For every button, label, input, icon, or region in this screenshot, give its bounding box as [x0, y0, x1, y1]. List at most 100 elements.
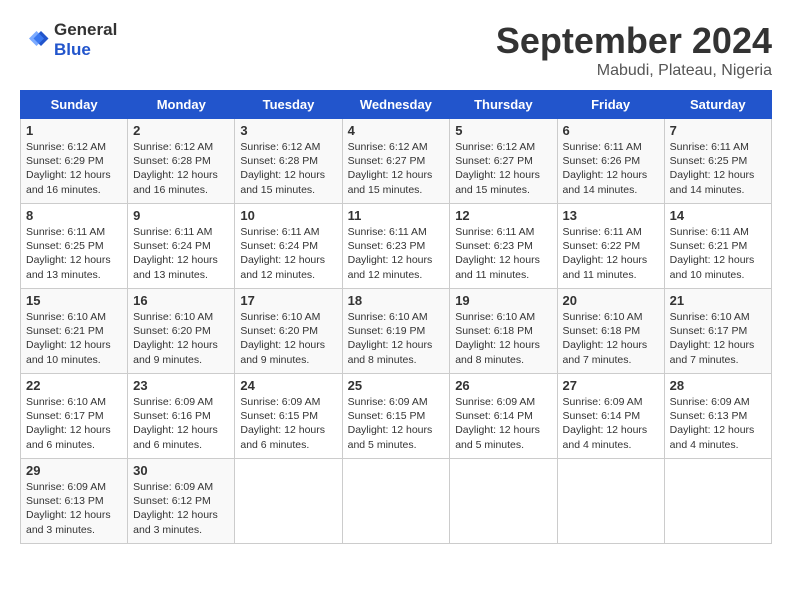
table-row: 16 Sunrise: 6:10 AMSunset: 6:20 PMDaylig… [128, 289, 235, 374]
day-number: 22 [26, 378, 122, 393]
table-row: 2 Sunrise: 6:12 AMSunset: 6:28 PMDayligh… [128, 119, 235, 204]
day-info: Sunrise: 6:09 AMSunset: 6:12 PMDaylight:… [133, 480, 229, 537]
day-number: 14 [670, 208, 766, 223]
month-title: September 2024 [496, 20, 772, 62]
table-row: 10 Sunrise: 6:11 AMSunset: 6:24 PMDaylig… [235, 204, 342, 289]
day-number: 10 [240, 208, 336, 223]
day-info: Sunrise: 6:10 AMSunset: 6:19 PMDaylight:… [348, 310, 445, 367]
table-row: 4 Sunrise: 6:12 AMSunset: 6:27 PMDayligh… [342, 119, 450, 204]
table-row: 25 Sunrise: 6:09 AMSunset: 6:15 PMDaylig… [342, 374, 450, 459]
day-info: Sunrise: 6:09 AMSunset: 6:14 PMDaylight:… [455, 395, 551, 452]
day-number: 9 [133, 208, 229, 223]
day-number: 28 [670, 378, 766, 393]
day-number: 17 [240, 293, 336, 308]
calendar-week-row: 15 Sunrise: 6:10 AMSunset: 6:21 PMDaylig… [21, 289, 772, 374]
day-number: 15 [26, 293, 122, 308]
day-info: Sunrise: 6:12 AMSunset: 6:27 PMDaylight:… [455, 140, 551, 197]
table-row: 29 Sunrise: 6:09 AMSunset: 6:13 PMDaylig… [21, 459, 128, 544]
table-row: 20 Sunrise: 6:10 AMSunset: 6:18 PMDaylig… [557, 289, 664, 374]
day-info: Sunrise: 6:12 AMSunset: 6:27 PMDaylight:… [348, 140, 445, 197]
day-info: Sunrise: 6:09 AMSunset: 6:15 PMDaylight:… [240, 395, 336, 452]
day-number: 20 [563, 293, 659, 308]
day-number: 1 [26, 123, 122, 138]
day-info: Sunrise: 6:11 AMSunset: 6:23 PMDaylight:… [455, 225, 551, 282]
table-row: 27 Sunrise: 6:09 AMSunset: 6:14 PMDaylig… [557, 374, 664, 459]
day-number: 27 [563, 378, 659, 393]
table-row: 14 Sunrise: 6:11 AMSunset: 6:21 PMDaylig… [664, 204, 771, 289]
logo-icon [20, 25, 50, 55]
col-tuesday: Tuesday [235, 91, 342, 119]
table-row: 30 Sunrise: 6:09 AMSunset: 6:12 PMDaylig… [128, 459, 235, 544]
day-info: Sunrise: 6:11 AMSunset: 6:21 PMDaylight:… [670, 225, 766, 282]
table-row: 12 Sunrise: 6:11 AMSunset: 6:23 PMDaylig… [450, 204, 557, 289]
col-thursday: Thursday [450, 91, 557, 119]
calendar-week-row: 8 Sunrise: 6:11 AMSunset: 6:25 PMDayligh… [21, 204, 772, 289]
table-row: 22 Sunrise: 6:10 AMSunset: 6:17 PMDaylig… [21, 374, 128, 459]
table-row: 7 Sunrise: 6:11 AMSunset: 6:25 PMDayligh… [664, 119, 771, 204]
day-info: Sunrise: 6:12 AMSunset: 6:28 PMDaylight:… [240, 140, 336, 197]
day-number: 11 [348, 208, 445, 223]
table-row: 19 Sunrise: 6:10 AMSunset: 6:18 PMDaylig… [450, 289, 557, 374]
table-row: 3 Sunrise: 6:12 AMSunset: 6:28 PMDayligh… [235, 119, 342, 204]
table-row: 28 Sunrise: 6:09 AMSunset: 6:13 PMDaylig… [664, 374, 771, 459]
col-friday: Friday [557, 91, 664, 119]
table-row: 15 Sunrise: 6:10 AMSunset: 6:21 PMDaylig… [21, 289, 128, 374]
table-row: 17 Sunrise: 6:10 AMSunset: 6:20 PMDaylig… [235, 289, 342, 374]
day-number: 6 [563, 123, 659, 138]
table-row [342, 459, 450, 544]
day-number: 18 [348, 293, 445, 308]
logo: General Blue [20, 20, 117, 60]
day-info: Sunrise: 6:11 AMSunset: 6:24 PMDaylight:… [240, 225, 336, 282]
day-info: Sunrise: 6:09 AMSunset: 6:13 PMDaylight:… [670, 395, 766, 452]
day-number: 23 [133, 378, 229, 393]
table-row: 1 Sunrise: 6:12 AMSunset: 6:29 PMDayligh… [21, 119, 128, 204]
day-number: 19 [455, 293, 551, 308]
day-number: 13 [563, 208, 659, 223]
table-row: 9 Sunrise: 6:11 AMSunset: 6:24 PMDayligh… [128, 204, 235, 289]
table-row [557, 459, 664, 544]
day-number: 21 [670, 293, 766, 308]
location-subtitle: Mabudi, Plateau, Nigeria [496, 62, 772, 80]
calendar-week-row: 22 Sunrise: 6:10 AMSunset: 6:17 PMDaylig… [21, 374, 772, 459]
table-row: 5 Sunrise: 6:12 AMSunset: 6:27 PMDayligh… [450, 119, 557, 204]
day-number: 24 [240, 378, 336, 393]
day-info: Sunrise: 6:09 AMSunset: 6:15 PMDaylight:… [348, 395, 445, 452]
col-wednesday: Wednesday [342, 91, 450, 119]
day-number: 16 [133, 293, 229, 308]
calendar-week-row: 1 Sunrise: 6:12 AMSunset: 6:29 PMDayligh… [21, 119, 772, 204]
day-info: Sunrise: 6:11 AMSunset: 6:22 PMDaylight:… [563, 225, 659, 282]
day-number: 12 [455, 208, 551, 223]
logo-text: General Blue [54, 20, 117, 60]
day-info: Sunrise: 6:10 AMSunset: 6:18 PMDaylight:… [563, 310, 659, 367]
day-number: 5 [455, 123, 551, 138]
title-block: September 2024 Mabudi, Plateau, Nigeria [496, 20, 772, 80]
day-number: 30 [133, 463, 229, 478]
table-row [235, 459, 342, 544]
day-info: Sunrise: 6:11 AMSunset: 6:23 PMDaylight:… [348, 225, 445, 282]
table-row: 13 Sunrise: 6:11 AMSunset: 6:22 PMDaylig… [557, 204, 664, 289]
table-row: 26 Sunrise: 6:09 AMSunset: 6:14 PMDaylig… [450, 374, 557, 459]
calendar-header-row: Sunday Monday Tuesday Wednesday Thursday… [21, 91, 772, 119]
table-row [664, 459, 771, 544]
day-number: 7 [670, 123, 766, 138]
day-info: Sunrise: 6:11 AMSunset: 6:25 PMDaylight:… [26, 225, 122, 282]
day-info: Sunrise: 6:10 AMSunset: 6:20 PMDaylight:… [240, 310, 336, 367]
col-monday: Monday [128, 91, 235, 119]
day-info: Sunrise: 6:10 AMSunset: 6:17 PMDaylight:… [26, 395, 122, 452]
day-info: Sunrise: 6:10 AMSunset: 6:18 PMDaylight:… [455, 310, 551, 367]
table-row: 8 Sunrise: 6:11 AMSunset: 6:25 PMDayligh… [21, 204, 128, 289]
day-number: 29 [26, 463, 122, 478]
col-saturday: Saturday [664, 91, 771, 119]
table-row: 24 Sunrise: 6:09 AMSunset: 6:15 PMDaylig… [235, 374, 342, 459]
day-info: Sunrise: 6:11 AMSunset: 6:25 PMDaylight:… [670, 140, 766, 197]
calendar-table: Sunday Monday Tuesday Wednesday Thursday… [20, 90, 772, 544]
day-number: 4 [348, 123, 445, 138]
table-row: 21 Sunrise: 6:10 AMSunset: 6:17 PMDaylig… [664, 289, 771, 374]
table-row: 11 Sunrise: 6:11 AMSunset: 6:23 PMDaylig… [342, 204, 450, 289]
day-number: 8 [26, 208, 122, 223]
table-row: 23 Sunrise: 6:09 AMSunset: 6:16 PMDaylig… [128, 374, 235, 459]
day-info: Sunrise: 6:11 AMSunset: 6:24 PMDaylight:… [133, 225, 229, 282]
day-number: 25 [348, 378, 445, 393]
day-info: Sunrise: 6:11 AMSunset: 6:26 PMDaylight:… [563, 140, 659, 197]
day-number: 3 [240, 123, 336, 138]
